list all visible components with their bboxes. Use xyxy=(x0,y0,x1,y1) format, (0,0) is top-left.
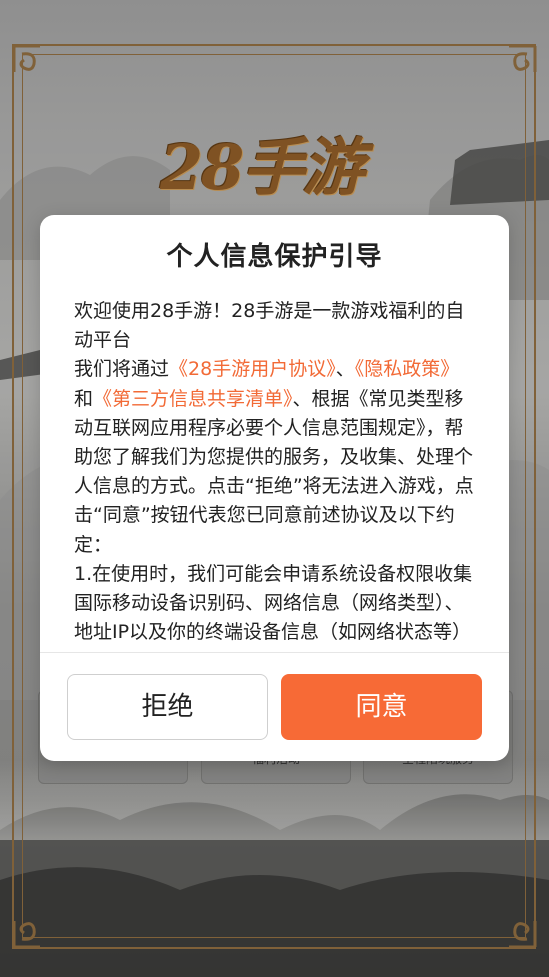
agreement-suffix: 、根据《常见类型移动互联网应用程序必要个人信息范围规定》，帮助您了解我们为您提供… xyxy=(74,387,474,556)
dialog-body[interactable]: 欢迎使用28手游！28手游是一款游戏福利的自动平台 我们将通过《28手游用户协议… xyxy=(74,297,475,653)
privacy-dialog: 个人信息保护引导 欢迎使用28手游！28手游是一款游戏福利的自动平台 我们将通过… xyxy=(40,215,509,761)
dialog-intro: 欢迎使用28手游！28手游是一款游戏福利的自动平台 xyxy=(74,300,465,352)
dialog-divider xyxy=(40,652,509,653)
dialog-clause-1: 1.在使用时，我们可能会申请系统设备权限收集国际移动设备识别码、网络信息（网络类… xyxy=(74,562,473,644)
dialog-title: 个人信息保护引导 xyxy=(166,242,383,272)
user-agreement-link[interactable]: 《28手游用户协议》 xyxy=(169,358,336,380)
third-party-list-link[interactable]: 《第三方信息共享清单》 xyxy=(93,388,293,410)
dialog-agreement-paragraph: 我们将通过《28手游用户协议》、《隐私政策》和《第三方信息共享清单》、根据《常见… xyxy=(74,355,475,559)
privacy-policy-link[interactable]: 《隐私政策》 xyxy=(355,358,460,380)
accept-button[interactable]: 同意 xyxy=(281,674,482,740)
conjunction: 和 xyxy=(74,387,94,410)
reject-button[interactable]: 拒绝 xyxy=(67,674,268,740)
agreement-prefix: 我们将通过 xyxy=(74,358,170,381)
app-screen: 28手游 福利活动 全程陪玩服务 个人信息保护引导 欢迎使用28手游！28手游是… xyxy=(0,0,549,977)
separator: 、 xyxy=(335,358,355,381)
